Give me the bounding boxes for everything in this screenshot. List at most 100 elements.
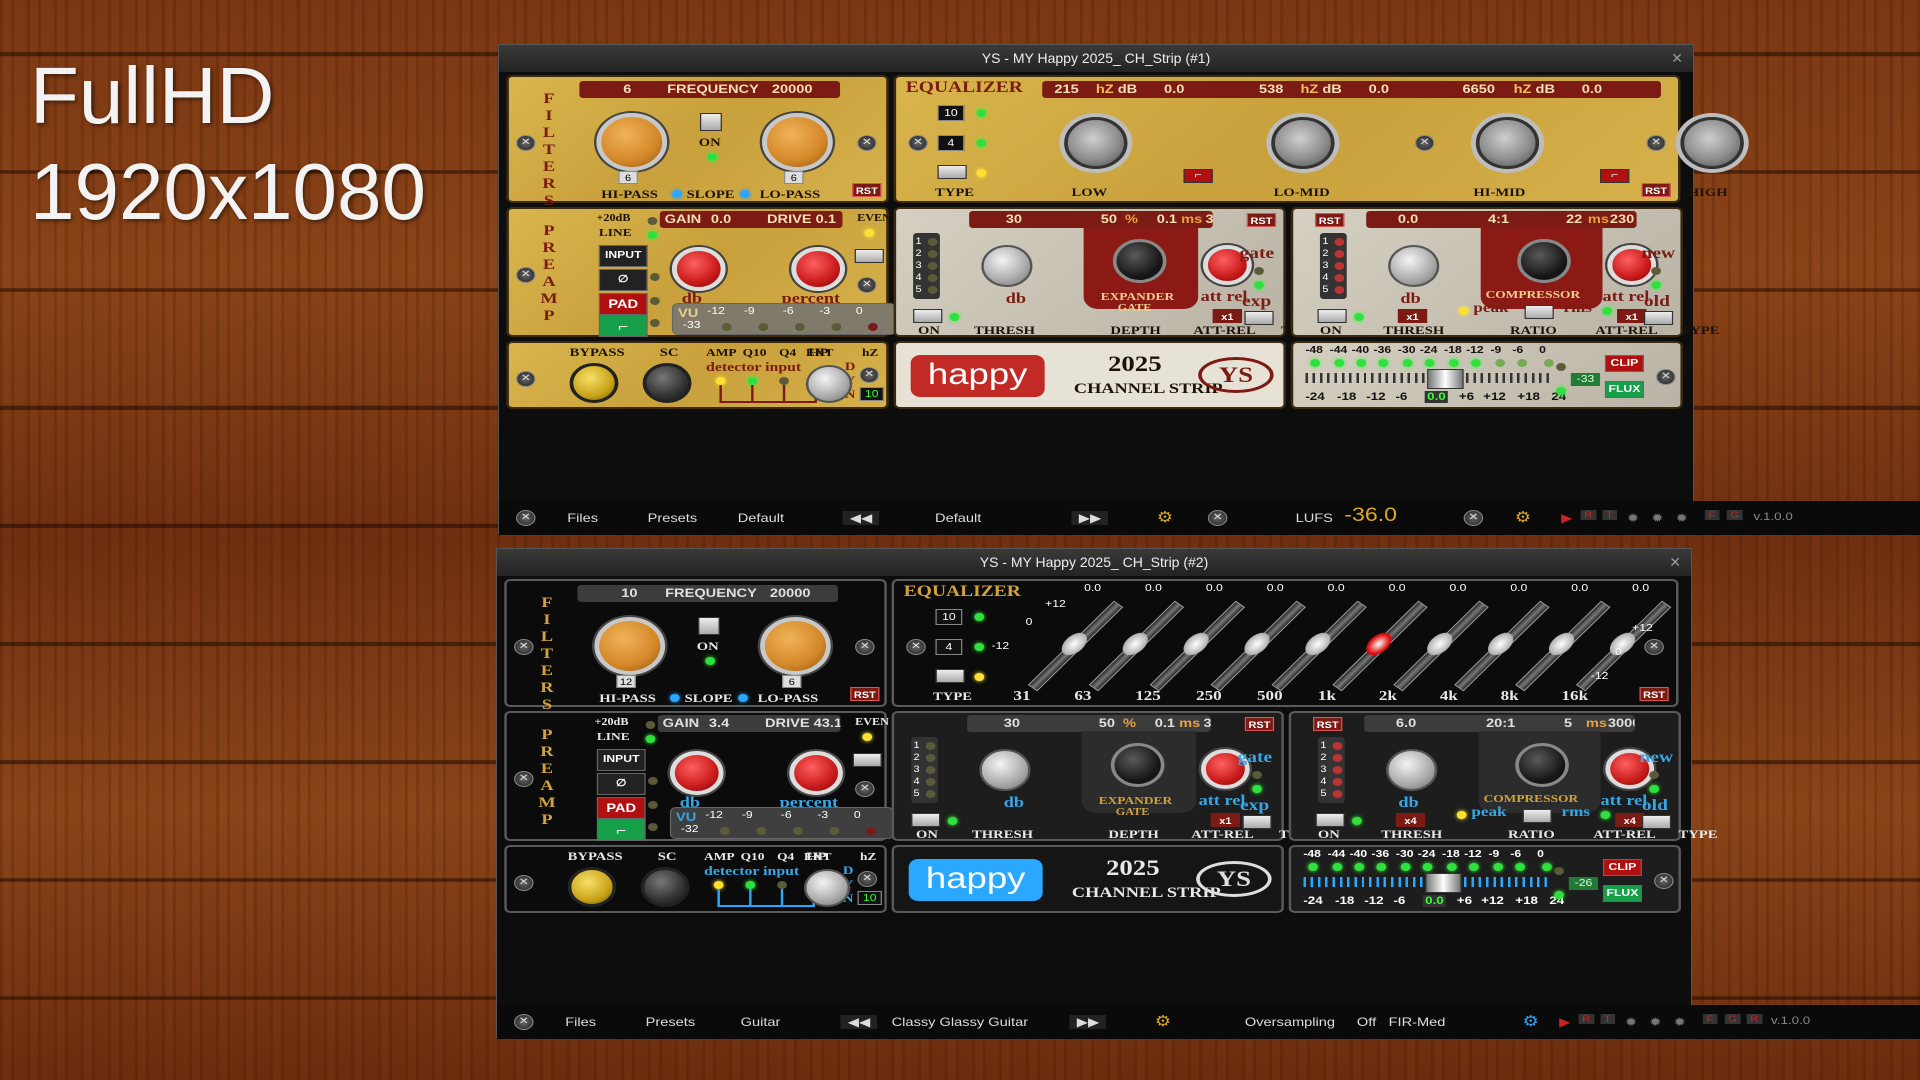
flux-button[interactable]: FLUX: [1602, 885, 1642, 902]
detector-led-1[interactable]: [747, 377, 758, 385]
comp-type-switch[interactable]: [1641, 815, 1672, 829]
preamp-right-button[interactable]: [855, 781, 875, 797]
footer-gear-icon[interactable]: ⚙: [1523, 1012, 1539, 1030]
comp-channel-num[interactable]: 1: [1320, 740, 1326, 750]
meter-gain-fader[interactable]: [1427, 369, 1464, 389]
cog-icon-1[interactable]: ✹: [1627, 511, 1639, 525]
comp-type-switch[interactable]: [1643, 311, 1674, 325]
preamp-left-button[interactable]: [514, 771, 534, 787]
pad-button[interactable]: PAD: [596, 797, 646, 819]
footer-toggle-icon[interactable]: R: [1746, 1014, 1762, 1024]
meter-gain-fader[interactable]: [1425, 873, 1462, 893]
footer-right-button-1[interactable]: [1463, 510, 1484, 526]
preamp-right-button[interactable]: [857, 277, 877, 293]
footer-mid-button[interactable]: [1207, 510, 1228, 526]
comp-attrel-multiplier[interactable]: x1: [1617, 309, 1647, 323]
detector-led-2[interactable]: [777, 881, 787, 889]
filters-on-switch[interactable]: [699, 113, 722, 131]
footer-toggle-icon[interactable]: R: [1580, 510, 1596, 520]
preset-name[interactable]: Classy Glassy Guitar: [892, 1015, 1028, 1029]
filters-left-button[interactable]: [516, 135, 536, 151]
input-button[interactable]: INPUT: [596, 749, 646, 771]
hi-pass-knob[interactable]: [594, 617, 666, 675]
footer-toggle-icon[interactable]: T: [1600, 1014, 1615, 1024]
preamp-left-button[interactable]: [516, 267, 536, 283]
detector-led-0[interactable]: [715, 377, 726, 385]
expander-channel-num[interactable]: 1: [916, 236, 922, 246]
even-switch[interactable]: [854, 249, 884, 263]
comp-channel-num[interactable]: 2: [1320, 752, 1326, 762]
comp-channel-num[interactable]: 1: [1322, 236, 1328, 246]
footer-toggle-icon[interactable]: R: [1578, 1014, 1594, 1024]
comp-channel-num[interactable]: 4: [1322, 272, 1328, 282]
sidechain-button[interactable]: [640, 867, 690, 907]
preset-category[interactable]: Guitar: [741, 1015, 781, 1029]
preset-name[interactable]: Default: [935, 511, 981, 525]
eq-reset-button[interactable]: RST: [1641, 183, 1671, 197]
eq-q-value-10[interactable]: 10: [935, 609, 963, 625]
cog-icon-2[interactable]: ✹: [1651, 511, 1663, 525]
filters-reset-button[interactable]: RST: [852, 183, 882, 197]
detector-led-2[interactable]: [779, 377, 789, 385]
comp-attrel-multiplier[interactable]: x4: [1615, 813, 1645, 827]
side-right-button[interactable]: [859, 367, 880, 383]
side-right-button[interactable]: [857, 871, 878, 887]
filters-left-button[interactable]: [514, 639, 534, 655]
comp-thresh-multiplier[interactable]: x4: [1395, 813, 1426, 827]
comp-on-switch[interactable]: [1317, 309, 1347, 323]
expander-channel-num[interactable]: 4: [916, 272, 922, 282]
expander-depth-knob[interactable]: [1112, 239, 1167, 283]
detector-led-0[interactable]: [713, 881, 724, 889]
settings-gear-icon[interactable]: ⚙: [1157, 508, 1173, 526]
comp-on-switch[interactable]: [1315, 813, 1345, 827]
expander-on-switch[interactable]: [911, 813, 941, 827]
expander-reset-button[interactable]: RST: [1244, 717, 1275, 731]
eq-hi-mid-knob[interactable]: [1475, 117, 1540, 169]
expander-attrel-multiplier[interactable]: x1: [1210, 813, 1240, 827]
comp-thresh-knob[interactable]: [1386, 749, 1438, 791]
eq-q-value-10[interactable]: 10: [937, 105, 965, 121]
expander-channel-num[interactable]: 5: [914, 788, 920, 798]
expander-channel-num[interactable]: 2: [914, 752, 920, 762]
footer-left-button[interactable]: [514, 1014, 534, 1030]
expander-channel-num[interactable]: 4: [914, 776, 920, 786]
drive-knob[interactable]: [791, 247, 845, 291]
lo-pass-knob[interactable]: [762, 113, 833, 171]
comp-channel-num[interactable]: 5: [1320, 788, 1326, 798]
sidechain-button[interactable]: [642, 363, 692, 403]
oversampling-mode[interactable]: FIR-Med: [1389, 1015, 1446, 1029]
footer-toggle-icon[interactable]: T: [1602, 510, 1617, 520]
high-shelf-icon[interactable]: ⌐: [1600, 169, 1630, 183]
presets-menu[interactable]: Presets: [648, 511, 698, 525]
expander-channel-num[interactable]: 3: [914, 764, 920, 774]
clip-button[interactable]: CLIP: [1604, 355, 1644, 372]
detector-led-1[interactable]: [745, 881, 756, 889]
eq-q-value-4[interactable]: 4: [937, 135, 965, 151]
footer-toggle-icon[interactable]: F: [1702, 1014, 1717, 1024]
footer-left-button[interactable]: [516, 510, 536, 526]
expander-channel-num[interactable]: 5: [916, 284, 922, 294]
prev-preset-button[interactable]: ◀◀: [840, 1015, 878, 1029]
filters-right-button[interactable]: [857, 135, 877, 151]
hi-pass-knob[interactable]: [596, 113, 668, 171]
cog-icon-2[interactable]: ✹: [1649, 1015, 1661, 1029]
side-left-button[interactable]: [516, 371, 536, 387]
eq-mid-button[interactable]: [1414, 135, 1435, 151]
preamp-eq-curve-button[interactable]: ⌐: [596, 819, 646, 841]
footer-toggle-icon[interactable]: G: [1724, 1014, 1741, 1024]
lo-pass-knob[interactable]: [760, 617, 831, 675]
side-left-button[interactable]: [514, 875, 534, 891]
comp-reset-button[interactable]: RST: [1313, 717, 1343, 731]
expander-thresh-knob[interactable]: [979, 749, 1031, 791]
filters-on-switch[interactable]: [697, 617, 720, 635]
next-preset-button[interactable]: ▶▶: [1069, 1015, 1107, 1029]
comp-channel-num[interactable]: 2: [1322, 248, 1328, 258]
comp-ratio-knob[interactable]: [1515, 743, 1569, 787]
eq-q-value-4[interactable]: 4: [935, 639, 963, 655]
eq-type-switch[interactable]: [935, 669, 965, 683]
oversampling-off[interactable]: Off: [1357, 1015, 1376, 1029]
eq-right-button[interactable]: [1644, 639, 1664, 655]
power-icon[interactable]: ▶: [1559, 1015, 1570, 1029]
preset-category[interactable]: Default: [738, 511, 784, 525]
meter-right-button[interactable]: [1654, 873, 1674, 889]
